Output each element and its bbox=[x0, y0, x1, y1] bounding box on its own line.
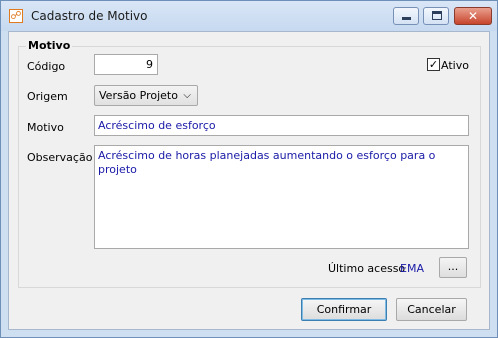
codigo-label: Código bbox=[27, 60, 66, 73]
ultimo-acesso-value: EMA bbox=[400, 262, 424, 275]
group-title: Motivo bbox=[26, 39, 73, 52]
app-icon: ☍ bbox=[9, 9, 23, 23]
ultimo-acesso-label: Último acesso bbox=[328, 262, 406, 275]
maximize-icon bbox=[432, 11, 442, 20]
observacao-textarea[interactable]: Acréscimo de horas planejadas aumentando… bbox=[94, 145, 469, 249]
close-button[interactable]: ✕ bbox=[454, 7, 492, 25]
confirm-button[interactable]: Confirmar bbox=[301, 298, 387, 321]
origem-label: Origem bbox=[27, 90, 68, 103]
maximize-button[interactable] bbox=[423, 7, 449, 25]
dialog-window: ☍ Cadastro de Motivo ✕ Motivo Código 9 ✓… bbox=[0, 0, 498, 338]
ativo-checkbox[interactable]: ✓ bbox=[427, 58, 440, 71]
motivo-field[interactable]: Acréscimo de esforço bbox=[94, 115, 469, 136]
window-title: Cadastro de Motivo bbox=[31, 9, 148, 23]
origem-selected-value: Versão Projeto bbox=[99, 89, 178, 102]
codigo-field[interactable]: 9 bbox=[94, 54, 158, 75]
browse-button[interactable]: ... bbox=[439, 257, 467, 278]
minimize-button[interactable] bbox=[393, 7, 419, 25]
close-icon: ✕ bbox=[467, 9, 479, 23]
ativo-label: Ativo bbox=[441, 59, 469, 72]
origem-select[interactable]: Versão Projeto ⌵ bbox=[94, 85, 198, 106]
dialog-body: Motivo Código 9 ✓ Ativo Origem Versão Pr… bbox=[8, 31, 490, 330]
cancel-button[interactable]: Cancelar bbox=[396, 298, 467, 321]
observacao-label: Observação bbox=[27, 151, 93, 164]
check-icon: ✓ bbox=[428, 58, 439, 71]
chevron-down-icon: ⌵ bbox=[183, 90, 191, 101]
minimize-icon bbox=[402, 17, 411, 20]
title-bar[interactable]: ☍ Cadastro de Motivo ✕ bbox=[1, 1, 497, 31]
motivo-label: Motivo bbox=[27, 121, 64, 134]
